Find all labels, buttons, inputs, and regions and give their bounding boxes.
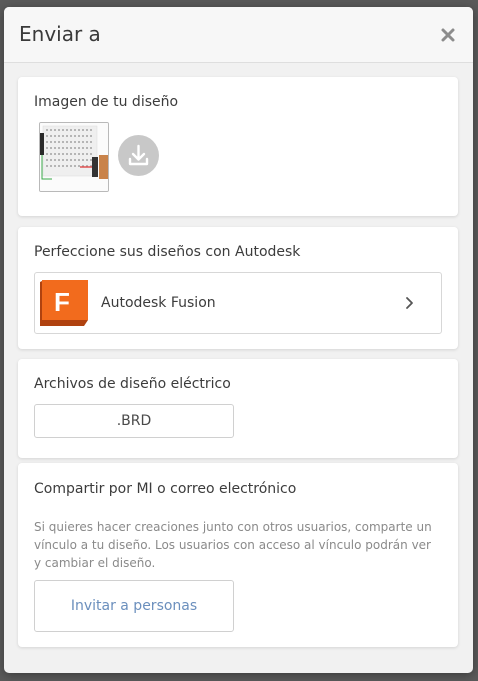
fusion-logo-letter: F [54,287,70,317]
share-description: Si quieres hacer creaciones junto con ot… [34,520,432,570]
chevron-right-icon [406,297,413,309]
design-image-card: Imagen de tu diseño [18,77,458,216]
download-button[interactable] [118,135,159,176]
share-card: Compartir por MI o correo electrónico Si… [18,463,458,647]
autodesk-title: Perfeccione sus diseños con Autodesk [34,244,301,260]
autodesk-card: Perfeccione sus diseños con Autodesk F A… [18,227,458,349]
design-image-title: Imagen de tu diseño [34,94,179,110]
dialog-header: Enviar a [4,7,473,63]
electrical-files-card: Archivos de diseño eléctrico .BRD [18,359,458,458]
brd-export-button[interactable]: .BRD [34,404,234,438]
electrical-files-title: Archivos de diseño eléctrico [34,376,231,392]
dialog-title: Enviar a [19,22,101,46]
download-icon [128,144,149,166]
autodesk-fusion-option[interactable]: F Autodesk Fusion [34,272,442,334]
invite-people-button[interactable]: Invitar a personas [34,580,234,632]
send-to-dialog: Enviar a Imagen de tu diseño Perfeccione… [4,7,473,673]
fusion-label: Autodesk Fusion [101,295,216,311]
breadboard-preview [40,123,108,191]
close-icon-glyph [441,28,455,42]
design-thumbnail[interactable] [39,122,109,192]
fusion-logo-icon: F [40,280,88,326]
share-title: Compartir por MI o correo electrónico [34,481,297,497]
close-icon[interactable] [437,24,459,46]
